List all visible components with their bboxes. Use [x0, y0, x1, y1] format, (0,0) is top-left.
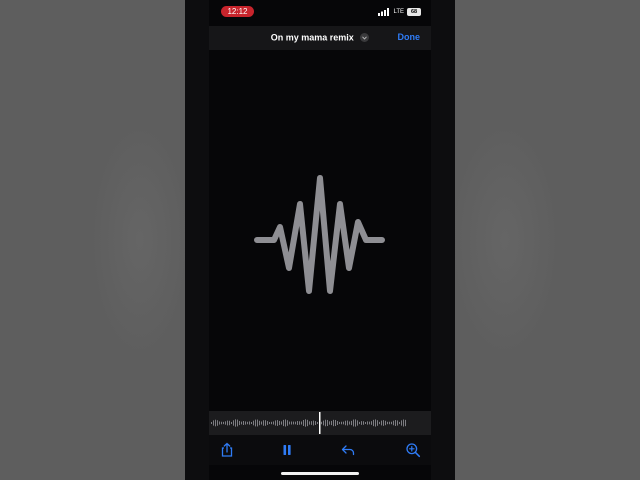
waveform-scrubber[interactable] [209, 411, 431, 435]
mini-waveform [211, 412, 406, 434]
share-icon[interactable] [219, 442, 235, 458]
status-bar: 12:12 LTE 68 [209, 0, 431, 24]
background-blur-right [450, 120, 560, 360]
chevron-down-icon[interactable] [360, 33, 370, 43]
playback-toolbar [209, 435, 431, 465]
playhead[interactable] [319, 412, 321, 434]
signal-icon [378, 8, 390, 16]
zoom-in-icon[interactable] [405, 442, 421, 458]
background-blur-left [90, 120, 190, 360]
device-bezel-left [185, 0, 209, 480]
network-type: LTE [393, 9, 404, 15]
undo-icon[interactable] [340, 442, 356, 458]
status-indicators: LTE 68 [378, 7, 421, 17]
waveform-icon [254, 175, 385, 294]
done-button[interactable]: Done [398, 32, 421, 42]
status-time[interactable]: 12:12 [221, 6, 254, 17]
home-indicator[interactable] [281, 472, 359, 475]
background: 12:12 LTE 68 On my mama remix Done [0, 0, 640, 480]
nav-bar: On my mama remix Done [209, 26, 431, 50]
pause-icon[interactable] [279, 442, 295, 458]
phone-screen: 12:12 LTE 68 On my mama remix Done [209, 0, 431, 480]
battery-icon: 68 [407, 8, 421, 16]
recording-title: On my mama remix [270, 32, 354, 43]
device-bezel-right [431, 0, 455, 480]
